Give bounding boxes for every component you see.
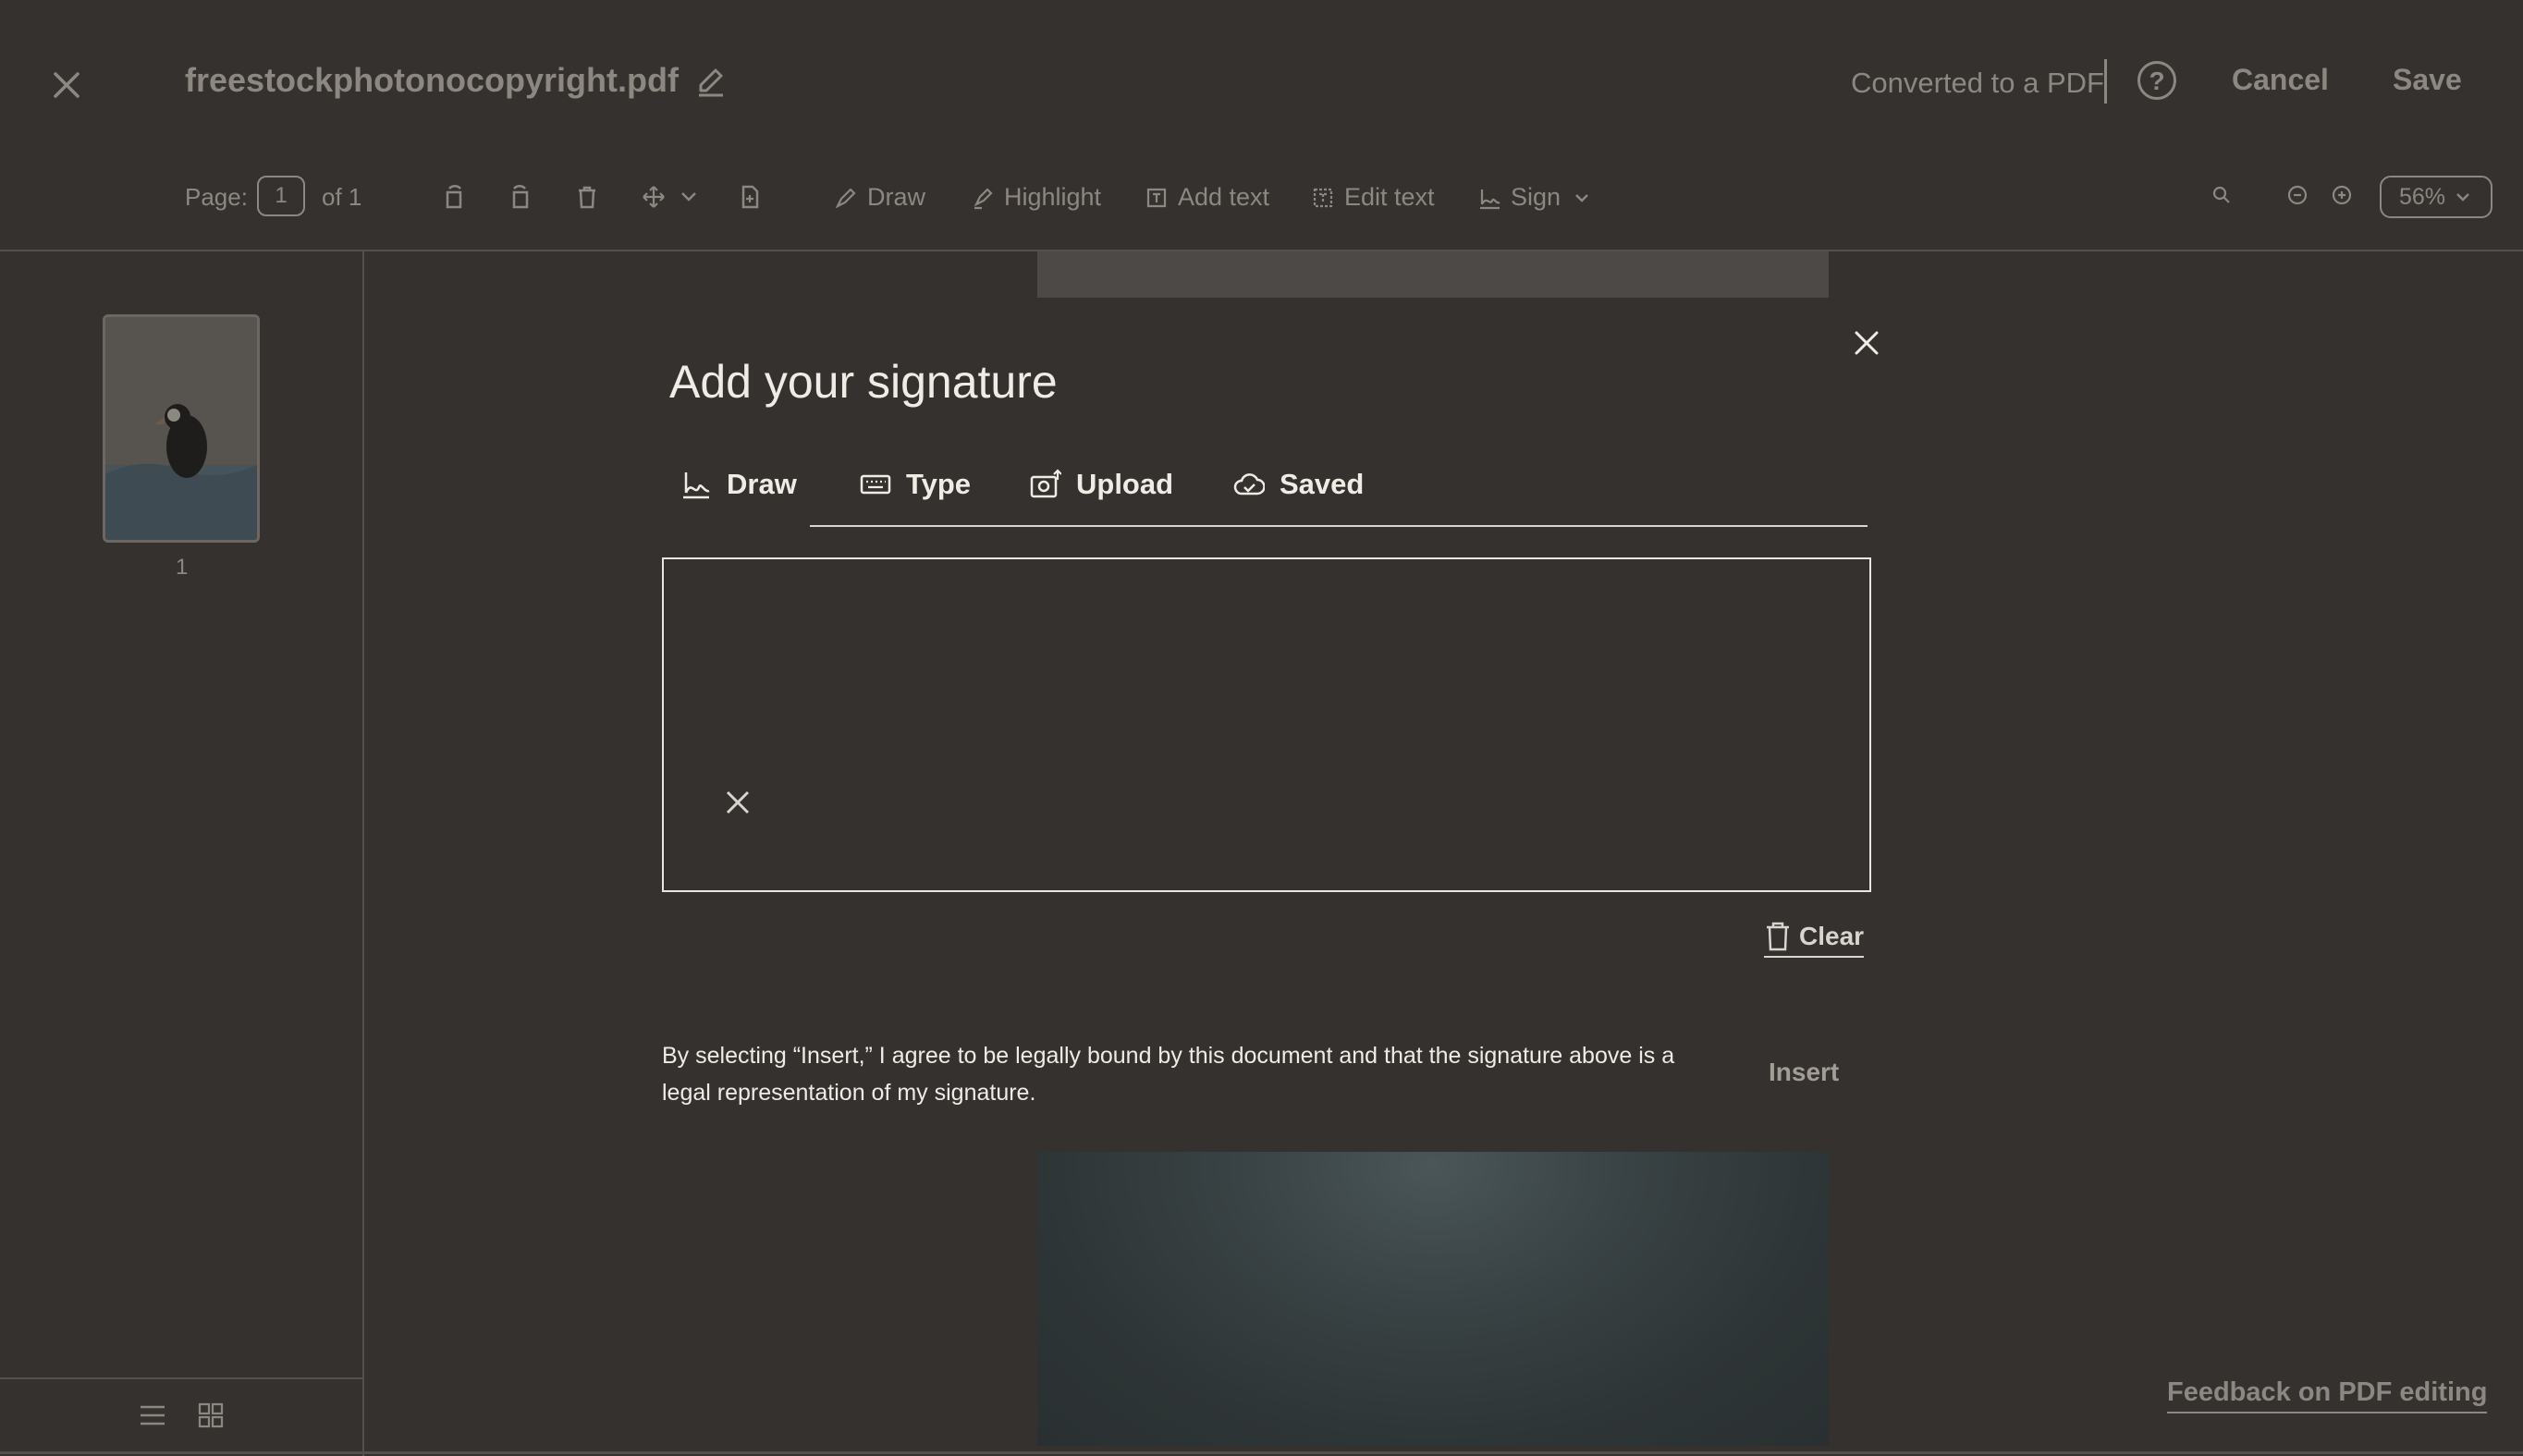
sign-tool-label: Sign (1511, 183, 1562, 211)
save-button[interactable]: Save (2393, 63, 2462, 97)
signature-draw-area[interactable] (662, 557, 1871, 892)
tab-type-label: Type (906, 468, 972, 500)
cancel-button[interactable]: Cancel (2232, 63, 2329, 97)
thumbnail-page-number: 1 (176, 555, 189, 580)
draw-tool[interactable]: Draw (834, 183, 925, 212)
chevron-down-icon (1575, 193, 1588, 202)
list-view-icon[interactable] (137, 1401, 168, 1430)
sidebar-footer-divider (0, 1377, 362, 1379)
page-label: Page: (185, 183, 248, 211)
tab-type[interactable]: Type (860, 468, 971, 501)
feedback-link[interactable]: Feedback on PDF editing (2167, 1377, 2488, 1413)
cloud-check-icon (1233, 473, 1265, 496)
conversion-status: Converted to a PDF (1851, 67, 2104, 99)
edit-text-tool[interactable]: Edit text (1311, 183, 1435, 212)
edit-text-icon (1313, 188, 1333, 207)
tab-draw-label: Draw (727, 468, 797, 500)
document-page-top (1037, 251, 1829, 298)
search-icon[interactable] (2210, 183, 2234, 207)
page-number-input[interactable]: 1 (257, 176, 305, 216)
highlight-tool[interactable]: Highlight (971, 183, 1101, 212)
tab-upload-label: Upload (1076, 468, 1174, 500)
rotate-right-icon[interactable] (507, 183, 534, 211)
header-divider (2104, 59, 2107, 104)
add-text-icon (1146, 188, 1167, 207)
tabs-underline (810, 525, 1868, 527)
trash-icon (1767, 922, 1789, 951)
clear-label: Clear (1799, 922, 1865, 950)
tab-saved[interactable]: Saved (1233, 468, 1364, 501)
signature-icon (1480, 189, 1500, 209)
zoom-out-icon[interactable] (2285, 183, 2309, 207)
add-text-tool[interactable]: Add text (1145, 183, 1269, 212)
bottom-divider (0, 1451, 2523, 1454)
modal-close-icon[interactable] (1851, 327, 1882, 359)
zoom-value: 56% (2398, 183, 2446, 210)
modal-title: Add your signature (669, 356, 1058, 408)
page-thumbnail[interactable] (103, 314, 260, 543)
trash-icon[interactable] (573, 183, 601, 211)
highlighter-icon (974, 187, 993, 209)
draw-tool-label: Draw (867, 183, 926, 211)
draw-icon (835, 187, 856, 208)
zoom-select[interactable]: 56% (2380, 176, 2492, 218)
edit-text-tool-label: Edit text (1344, 183, 1435, 211)
tab-upload[interactable]: Upload (1030, 468, 1173, 501)
pencil-icon[interactable] (695, 67, 727, 98)
document-filename: freestockphotonocopyright.pdf (185, 61, 679, 99)
signature-line-x-icon (726, 790, 750, 814)
clear-button[interactable]: Clear (1764, 921, 1865, 958)
zoom-in-icon[interactable] (2330, 183, 2354, 207)
insert-button[interactable]: Insert (1769, 1058, 1839, 1087)
legal-disclaimer: By selecting “Insert,” I agree to be leg… (662, 1043, 1675, 1106)
camera-upload-icon (1030, 469, 1061, 498)
chevron-down-icon (2456, 193, 2469, 202)
close-icon[interactable] (48, 67, 85, 104)
chevron-down-icon[interactable] (675, 183, 703, 211)
tab-saved-label: Saved (1280, 468, 1365, 500)
rotate-left-icon[interactable] (440, 183, 468, 211)
add-text-tool-label: Add text (1178, 183, 1270, 211)
document-page-image (1037, 1152, 1829, 1446)
insert-page-icon[interactable] (736, 183, 764, 211)
puffin-thumbnail-image (105, 317, 257, 540)
help-icon[interactable]: ? (2137, 61, 2176, 100)
sign-tool[interactable]: Sign (1477, 183, 1594, 212)
move-icon[interactable] (640, 183, 667, 211)
grid-view-icon[interactable] (196, 1401, 226, 1430)
tab-draw[interactable]: Draw (680, 468, 797, 501)
highlight-tool-label: Highlight (1004, 183, 1102, 211)
sidebar-divider (362, 251, 364, 1456)
page-total: of 1 (322, 183, 362, 211)
signature-icon (683, 472, 710, 499)
keyboard-icon (860, 474, 891, 495)
